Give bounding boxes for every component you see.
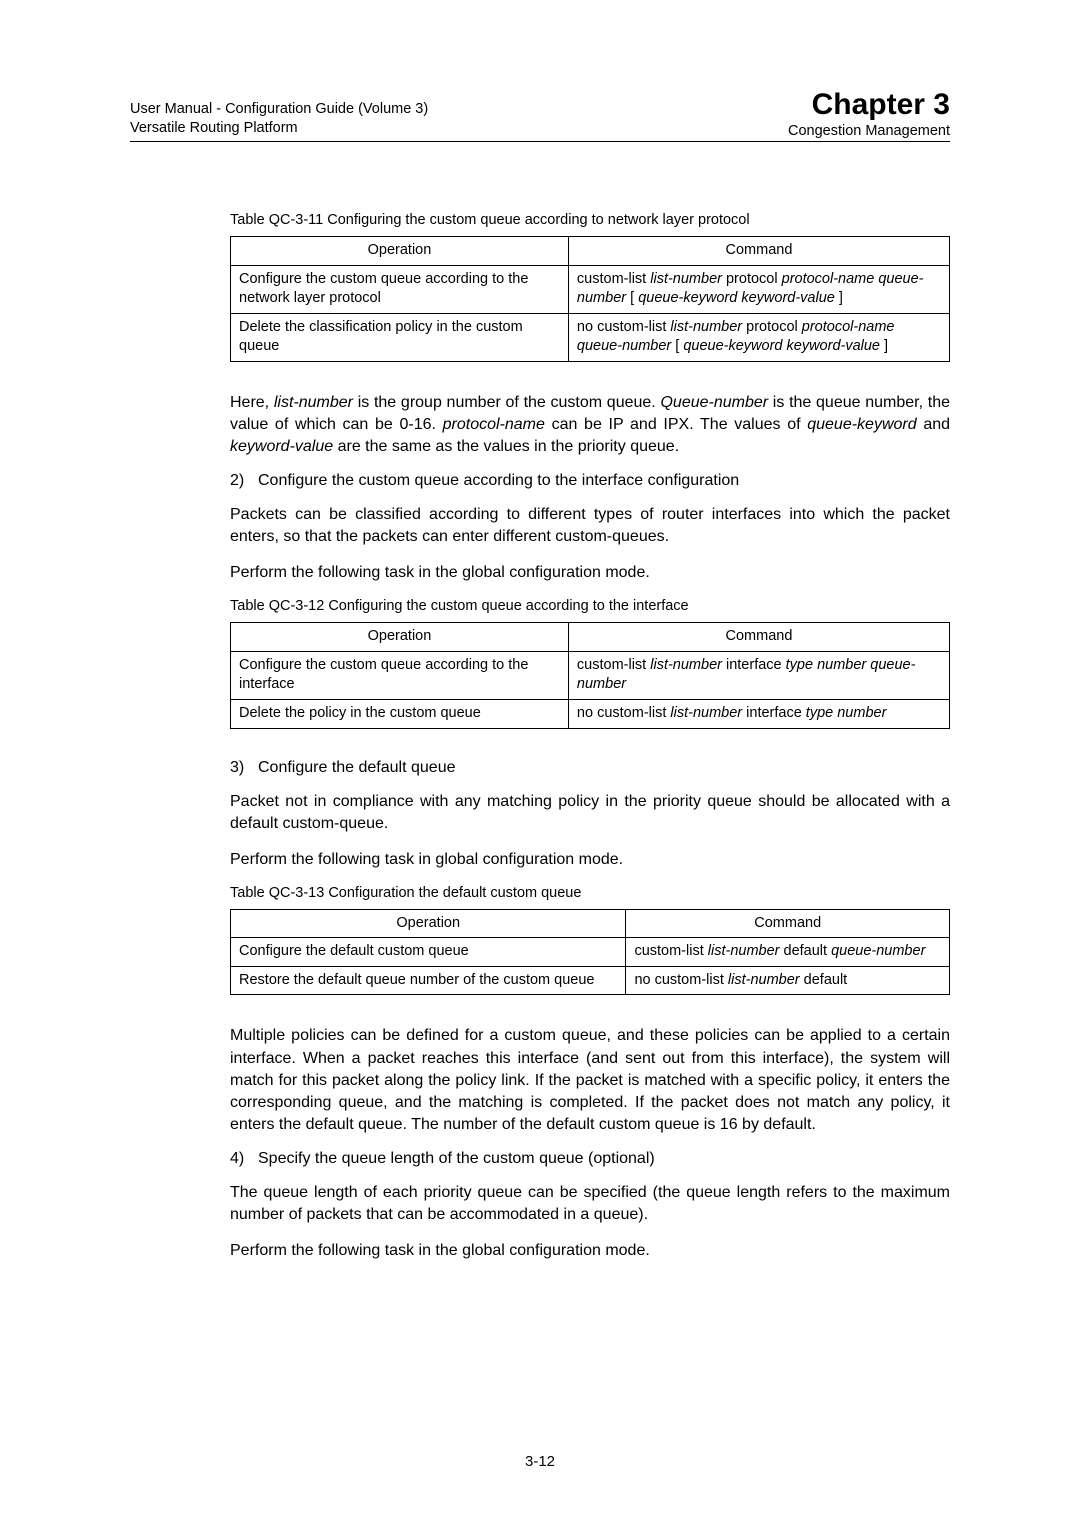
col-operation: Operation (231, 623, 569, 652)
page-header: User Manual - Configuration Guide (Volum… (130, 90, 950, 142)
cell-command: no custom-list list-number interface typ… (568, 699, 949, 728)
chapter-title: Chapter 3 (788, 90, 950, 120)
col-command: Command (568, 623, 949, 652)
col-operation: Operation (231, 237, 569, 266)
manual-title: User Manual - Configuration Guide (Volum… (130, 100, 428, 120)
col-operation: Operation (231, 909, 626, 938)
table-caption-3: Table QC-3-13 Configuration the default … (230, 885, 950, 901)
numbered-item-2: 2)Configure the custom queue according t… (230, 472, 950, 490)
table-interface: Operation Command Configure the custom q… (230, 622, 950, 728)
table-row: Delete the policy in the custom queue no… (231, 699, 950, 728)
paragraph: Perform the following task in global con… (230, 849, 950, 871)
platform-name: Versatile Routing Platform (130, 119, 428, 139)
cell-command: no custom-list list-number protocol prot… (568, 313, 949, 361)
cell-command: custom-list list-number default queue-nu… (626, 938, 950, 967)
cell-command: custom-list list-number protocol protoco… (568, 265, 949, 313)
page-number: 3-12 (0, 1453, 1080, 1470)
chapter-subtitle: Congestion Management (788, 123, 950, 139)
header-left: User Manual - Configuration Guide (Volum… (130, 100, 428, 139)
page-content: Table QC-3-11 Configuring the custom que… (130, 212, 950, 1262)
numbered-item-3: 3)Configure the default queue (230, 759, 950, 777)
cell-operation: Delete the classification policy in the … (231, 313, 569, 361)
cell-command: no custom-list list-number default (626, 966, 950, 995)
table-header-row: Operation Command (231, 237, 950, 266)
paragraph: Packet not in compliance with any matchi… (230, 791, 950, 835)
table-caption-2: Table QC-3-12 Configuring the custom que… (230, 598, 950, 614)
cell-operation: Configure the custom queue according to … (231, 265, 569, 313)
table-row: Configure the custom queue according to … (231, 265, 950, 313)
table-header-row: Operation Command (231, 623, 950, 652)
paragraph: Here, list-number is the group number of… (230, 392, 950, 458)
table-caption-1: Table QC-3-11 Configuring the custom que… (230, 212, 950, 228)
paragraph: Perform the following task in the global… (230, 1240, 950, 1262)
cell-operation: Delete the policy in the custom queue (231, 699, 569, 728)
table-row: Restore the default queue number of the … (231, 966, 950, 995)
cell-command: custom-list list-number interface type n… (568, 651, 949, 699)
table-row: Delete the classification policy in the … (231, 313, 950, 361)
paragraph: The queue length of each priority queue … (230, 1182, 950, 1226)
cell-operation: Restore the default queue number of the … (231, 966, 626, 995)
col-command: Command (568, 237, 949, 266)
paragraph: Multiple policies can be defined for a c… (230, 1025, 950, 1135)
cell-operation: Configure the custom queue according to … (231, 651, 569, 699)
cell-operation: Configure the default custom queue (231, 938, 626, 967)
table-row: Configure the custom queue according to … (231, 651, 950, 699)
table-network-protocol: Operation Command Configure the custom q… (230, 236, 950, 362)
header-right: Chapter 3 Congestion Management (788, 90, 950, 139)
table-default-queue: Operation Command Configure the default … (230, 909, 950, 996)
numbered-item-4: 4)Specify the queue length of the custom… (230, 1150, 950, 1168)
paragraph: Packets can be classified according to d… (230, 504, 950, 548)
table-header-row: Operation Command (231, 909, 950, 938)
table-row: Configure the default custom queue custo… (231, 938, 950, 967)
col-command: Command (626, 909, 950, 938)
paragraph: Perform the following task in the global… (230, 562, 950, 584)
